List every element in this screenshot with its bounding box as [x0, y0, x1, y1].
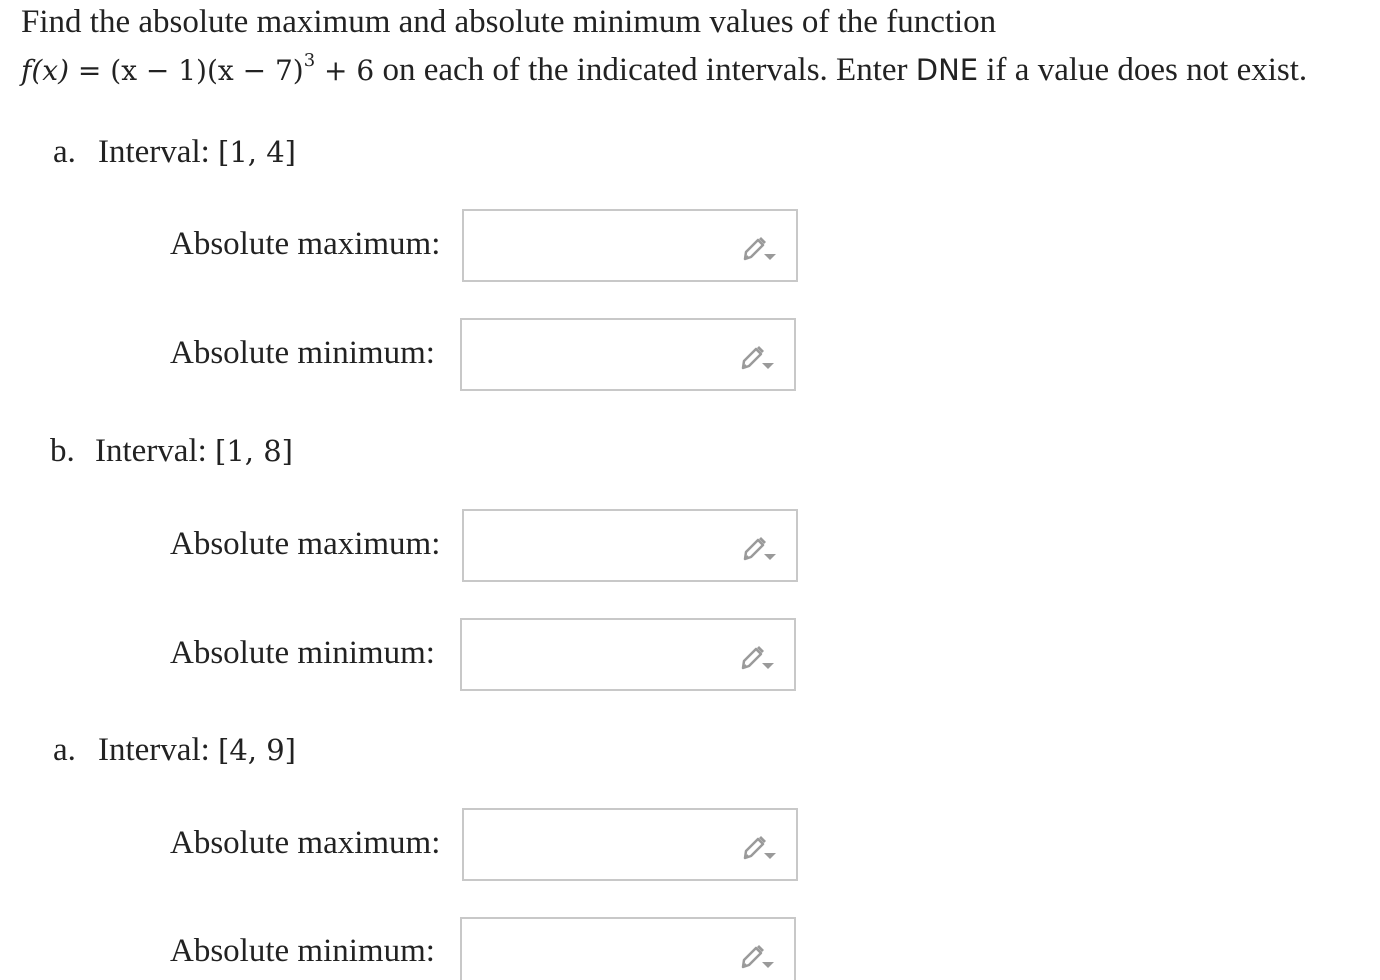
function-exponent: 3: [303, 50, 316, 71]
pencil-dropdown-icon[interactable]: [740, 940, 776, 970]
part-letter: a.: [53, 732, 76, 768]
absolute-maximum-input-a[interactable]: [462, 209, 798, 282]
absolute-maximum-input-c[interactable]: [462, 808, 798, 881]
pencil-dropdown-icon[interactable]: [742, 831, 778, 861]
interval-label: Interval:: [95, 433, 207, 469]
absolute-maximum-label-c: Absolute maximum:: [170, 825, 441, 861]
part-letter: b.: [50, 433, 75, 469]
absolute-minimum-input-b[interactable]: [460, 618, 796, 691]
dne-keyword: DNE: [915, 53, 979, 87]
interval-label: Interval:: [98, 134, 210, 170]
function-rhs-constant: + 6: [315, 54, 375, 87]
interval-value: [4, 9]: [218, 733, 296, 767]
absolute-minimum-label-a: Absolute minimum:: [170, 335, 435, 371]
absolute-minimum-label-b: Absolute minimum:: [170, 635, 435, 671]
interval-label: Interval:: [98, 732, 210, 768]
problem-statement-line-1: Find the absolute maximum and absolute m…: [21, 4, 997, 40]
function-definition: f(x) = (x − 1)(x − 7)3 + 6: [21, 52, 375, 87]
function-rhs-factors: (x − 1)(x − 7): [110, 54, 304, 87]
part-heading-b: b. Interval: [1, 8]: [50, 435, 293, 468]
pencil-dropdown-icon[interactable]: [740, 641, 776, 671]
absolute-maximum-label-b: Absolute maximum:: [170, 526, 441, 562]
part-heading-a: a. Interval: [1, 4]: [53, 136, 296, 169]
part-letter: a.: [53, 134, 76, 170]
interval-value: [1, 8]: [215, 434, 293, 468]
pencil-dropdown-icon[interactable]: [740, 341, 776, 371]
absolute-minimum-input-a[interactable]: [460, 318, 796, 391]
problem-statement-line-2: f(x) = (x − 1)(x − 7)3 + 6 on each of th…: [21, 52, 1308, 88]
function-lhs: f(x) =: [21, 54, 111, 87]
pencil-dropdown-icon[interactable]: [742, 532, 778, 562]
pencil-dropdown-icon[interactable]: [742, 232, 778, 262]
interval-value: [1, 4]: [218, 135, 296, 169]
absolute-minimum-input-c[interactable]: [460, 917, 796, 980]
absolute-minimum-label-c: Absolute minimum:: [170, 933, 435, 969]
instruction-text-a: on each of the indicated intervals. Ente…: [374, 52, 916, 88]
absolute-maximum-input-b[interactable]: [462, 509, 798, 582]
absolute-maximum-label-a: Absolute maximum:: [170, 226, 441, 262]
instruction-text-b: if a value does not exist.: [978, 52, 1308, 88]
part-heading-c: a. Interval: [4, 9]: [53, 734, 296, 767]
